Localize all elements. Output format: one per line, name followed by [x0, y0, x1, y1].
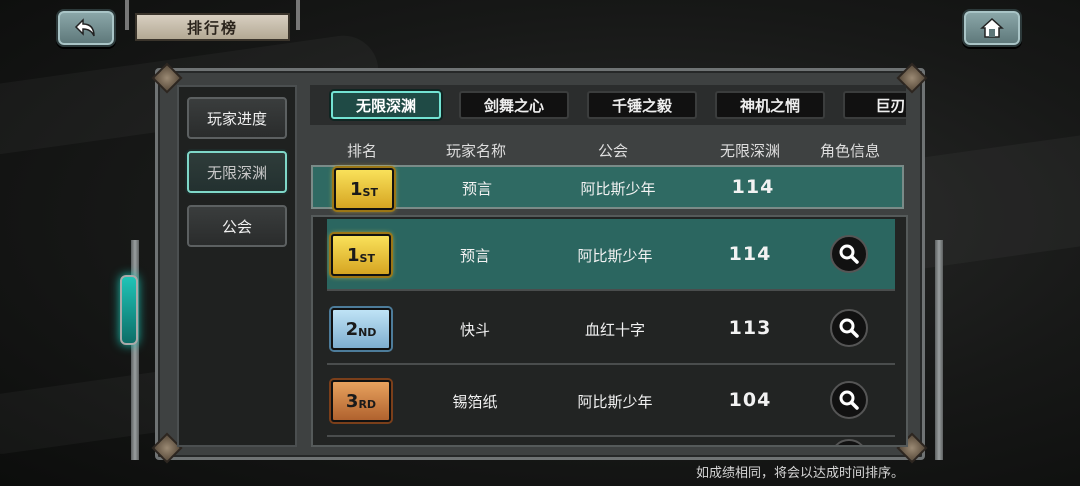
ranking-list[interactable]: 1 ST 预言 阿比斯少年 114 2 ND 快斗 血红十字 113 3 RD 锡箔纸… [311, 215, 908, 447]
page-title: 排行榜 [135, 13, 290, 41]
view-role-button[interactable] [830, 235, 868, 273]
player-name: 预言 [461, 180, 492, 198]
home-icon [980, 17, 1004, 38]
rank-badge: 2 ND [331, 308, 391, 350]
rank-suffix: ST [362, 185, 378, 199]
table-row: 1 ST 预言 阿比斯少年 114 [327, 219, 895, 291]
sidebar-item-abyss[interactable]: 无限深渊 [187, 151, 287, 193]
rank-number: 1 [350, 178, 363, 200]
score: 104 [728, 389, 772, 411]
tab-giant-blade[interactable]: 巨刃之 [843, 91, 906, 119]
header-player: 玩家名称 [445, 142, 506, 160]
home-button[interactable] [962, 9, 1022, 47]
side-pipe [131, 240, 139, 460]
mode-tabs: 无限深渊 剑舞之心 千锤之毅 神机之惘 巨刃之 [310, 85, 906, 125]
hanging-chain [125, 0, 129, 30]
score: 114 [731, 176, 775, 198]
tab-abyss[interactable]: 无限深渊 [331, 91, 441, 119]
rank-number: 2 [345, 318, 359, 340]
guild-name: 血红十字 [584, 321, 645, 339]
category-sidebar [177, 85, 297, 447]
view-role-button[interactable] [830, 309, 868, 347]
back-arrow-icon [74, 18, 95, 37]
header-guild: 公会 [597, 142, 628, 160]
side-pipe [935, 240, 943, 460]
rank-number: 1 [347, 244, 360, 266]
header-score: 无限深渊 [719, 142, 780, 160]
magnifier-icon [839, 244, 859, 264]
rank-badge: 1 ST [334, 168, 394, 210]
table-row: 2 ND 快斗 血红十字 113 [327, 293, 895, 365]
rank-suffix: ND [358, 325, 377, 339]
tab-sword-dance[interactable]: 剑舞之心 [459, 91, 569, 119]
guild-name: 阿比斯少年 [577, 393, 653, 411]
rank-suffix: RD [358, 397, 377, 411]
player-name: 快斗 [459, 321, 490, 339]
rank-suffix: ST [359, 251, 375, 265]
score: 114 [728, 243, 772, 265]
view-role-button-partial[interactable] [830, 439, 868, 445]
guild-name: 阿比斯少年 [580, 180, 656, 198]
rank-badge: 3 RD [331, 380, 391, 422]
view-role-button[interactable] [830, 381, 868, 419]
player-name: 锡箔纸 [452, 393, 498, 411]
sidebar-item-player-progress[interactable]: 玩家进度 [187, 97, 287, 139]
tab-machine[interactable]: 神机之惘 [715, 91, 825, 119]
player-name: 预言 [459, 247, 490, 265]
back-button[interactable] [56, 9, 116, 47]
guild-name: 阿比斯少年 [577, 247, 653, 265]
table-row: 3 RD 锡箔纸 阿比斯少年 104 [327, 365, 895, 437]
rank-number: 3 [345, 390, 359, 412]
magnifier-icon [839, 390, 859, 410]
header-rank: 排名 [346, 142, 377, 160]
energy-tube [120, 275, 138, 345]
magnifier-icon [839, 318, 859, 338]
tab-hammer[interactable]: 千锤之毅 [587, 91, 697, 119]
score: 113 [728, 317, 772, 339]
rank-badge: 1 ST [331, 234, 391, 276]
sidebar-item-guild[interactable]: 公会 [187, 205, 287, 247]
header-info: 角色信息 [819, 142, 880, 160]
tie-break-note: 如成绩相同，将会以达成时间排序。 [696, 466, 905, 481]
my-rank-row: 1 ST 预言 阿比斯少年 114 [311, 165, 904, 210]
hanging-chain [296, 0, 300, 30]
